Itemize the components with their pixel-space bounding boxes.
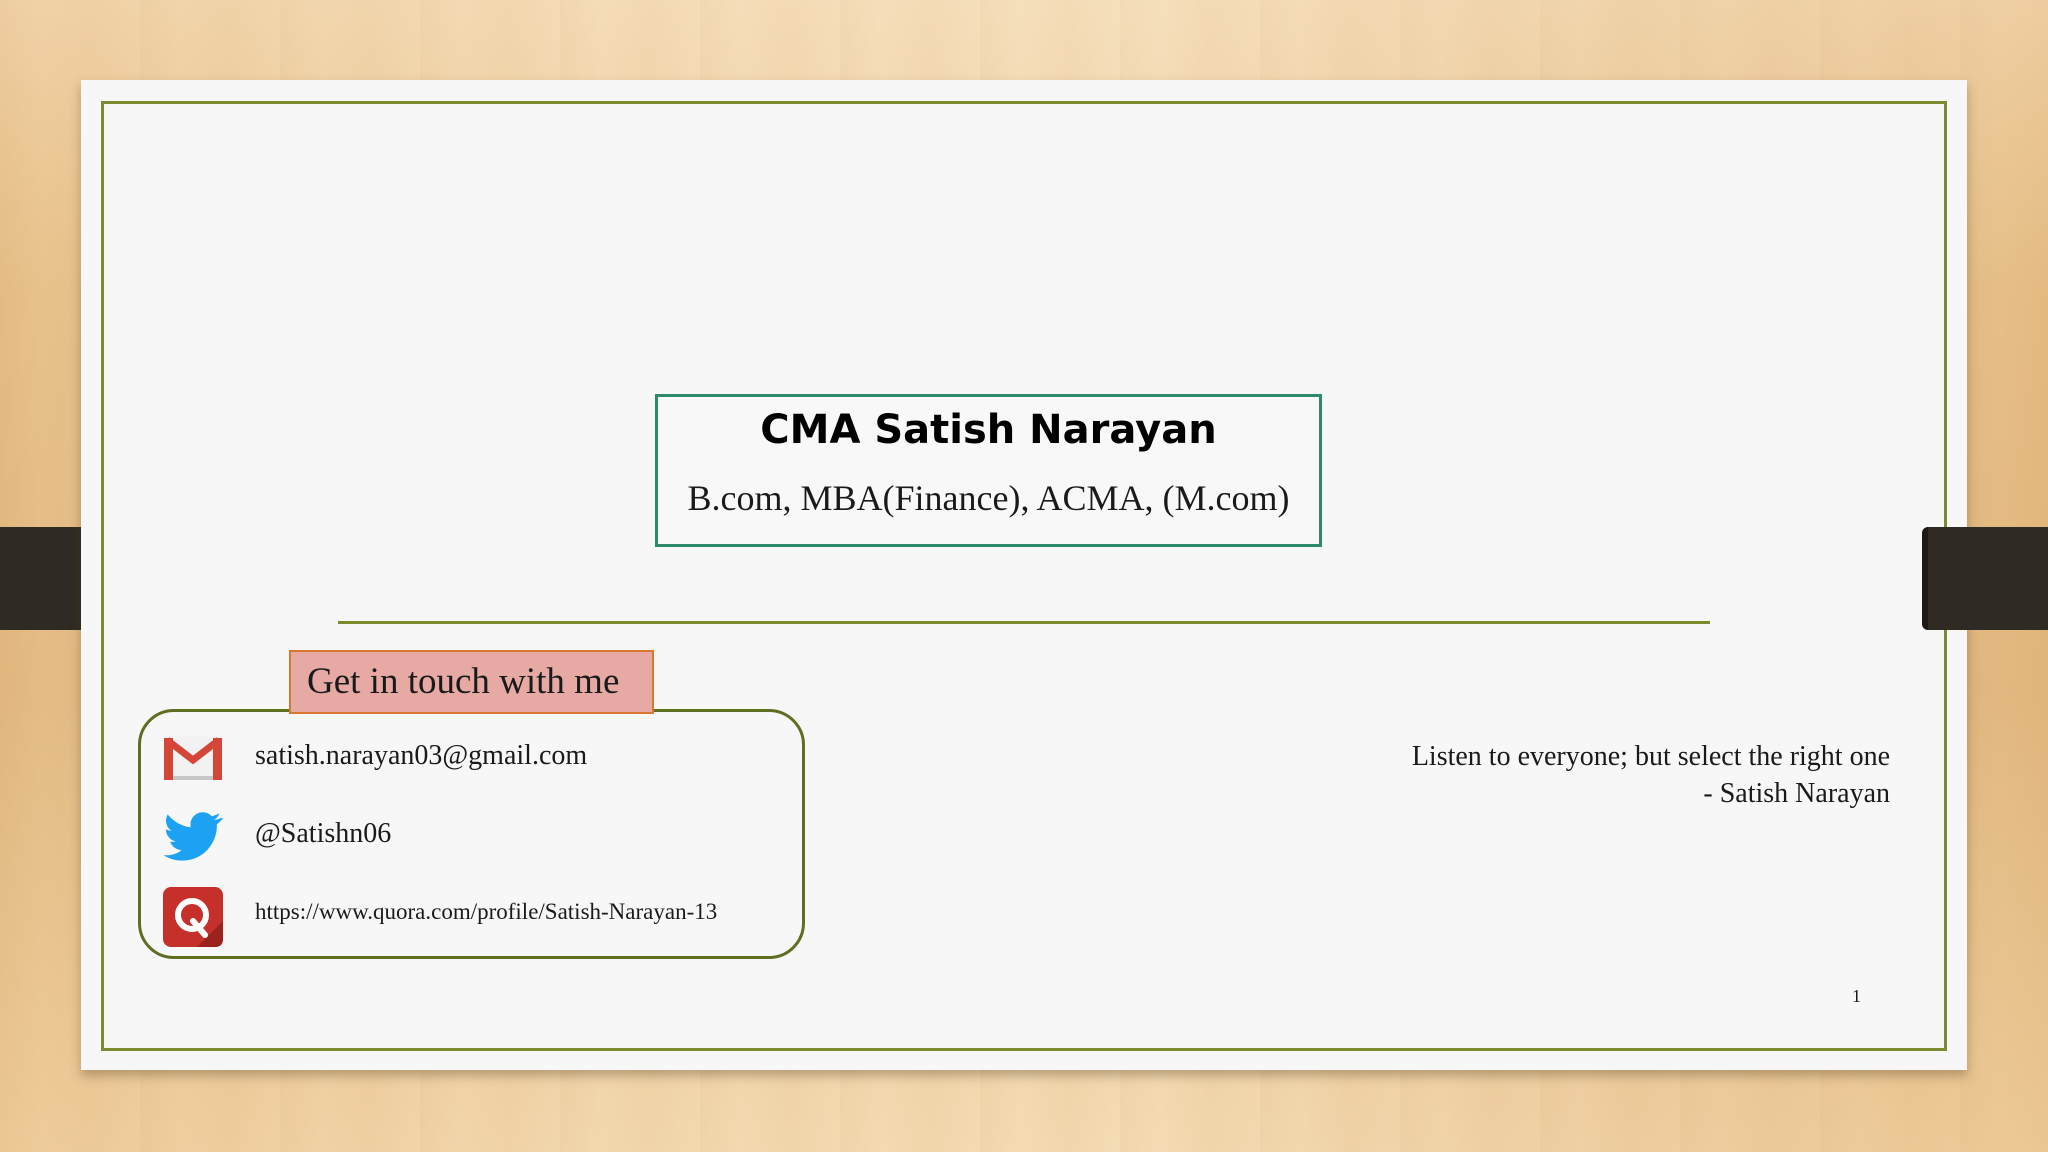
email-text: satish.narayan03@gmail.com (255, 740, 588, 771)
binder-clip-right (1922, 527, 2048, 630)
presenter-qualifications: B.com, MBA(Finance), ACMA, (M.com) (687, 478, 1290, 518)
divider-line (338, 621, 1710, 624)
quora-icon (163, 887, 223, 947)
contact-box: satish.narayan03@gmail.com @Satishn06 ht… (138, 709, 805, 959)
quote-text: Listen to everyone; but select the right… (1411, 741, 1890, 772)
contact-heading: Get in touch with me (289, 650, 654, 714)
quora-url-text: https://www.quora.com/profile/Satish-Nar… (255, 899, 718, 924)
twitter-handle-text: @Satishn06 (255, 818, 392, 849)
presenter-name: CMA Satish Narayan (760, 407, 1217, 453)
quote-block: Listen to everyone; but select the right… (1412, 738, 1890, 812)
contact-quora-row[interactable]: https://www.quora.com/profile/Satish-Nar… (141, 885, 802, 955)
gmail-icon (163, 736, 223, 780)
contact-email-row[interactable]: satish.narayan03@gmail.com (141, 726, 802, 796)
twitter-icon (163, 812, 223, 861)
title-box: CMA Satish Narayan B.com, MBA(Finance), … (655, 394, 1322, 547)
page-number: 1 (1852, 986, 1861, 1006)
contact-twitter-row[interactable]: @Satishn06 (141, 804, 802, 874)
quote-author: - Satish Narayan (1703, 778, 1890, 809)
